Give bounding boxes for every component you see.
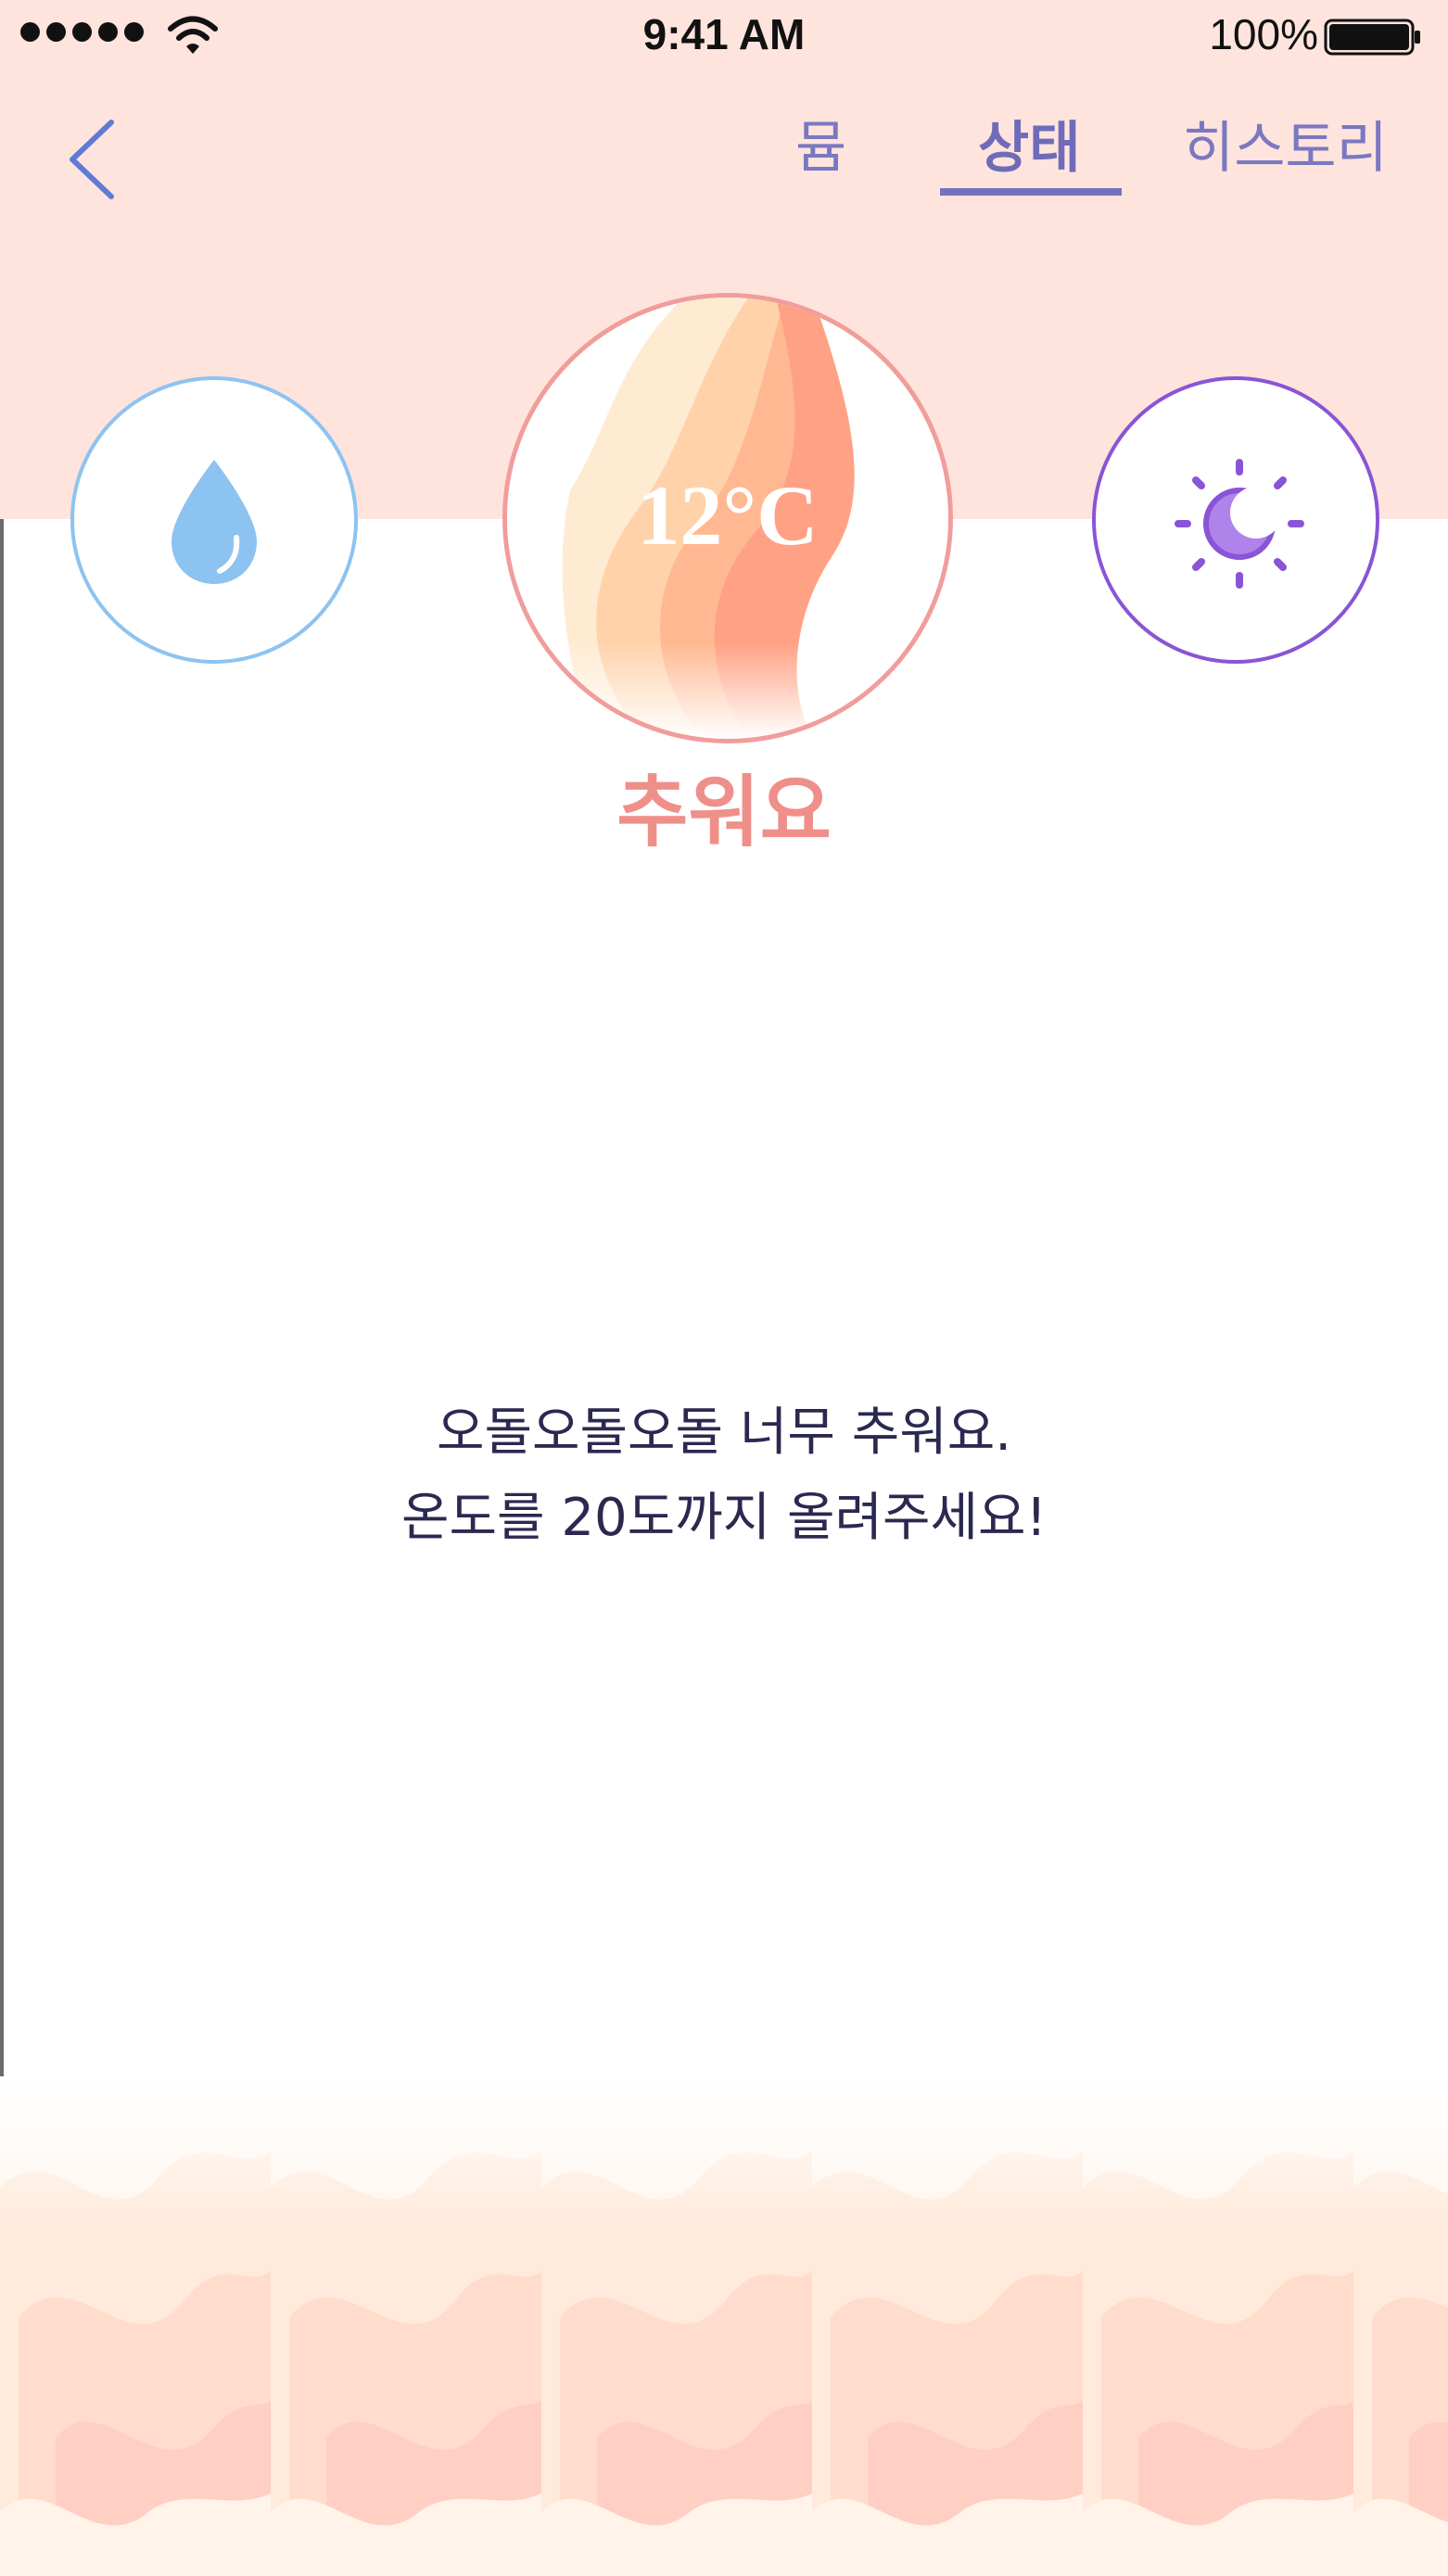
sun-moon-icon (1175, 459, 1304, 589)
status-message: 오돌오돌오돌 너무 추워요. 온도를 20도까지 올려주세요! (0, 1390, 1448, 1561)
water-drop-icon (171, 460, 257, 584)
app-screen: 9:41 AM 100% 뮴 상태 히스토리 12°C 추워요 오돌오돌오돌 너… (0, 0, 1448, 2576)
status-bar: 9:41 AM 100% (0, 0, 1448, 74)
tab-history[interactable]: 히스토리 (1183, 111, 1388, 185)
selected-tab-indicator (940, 188, 1122, 196)
humidity-indicator[interactable] (70, 376, 358, 664)
wifi-icon (168, 16, 218, 54)
back-button[interactable] (56, 115, 126, 204)
tab-status[interactable]: 상태 (978, 111, 1080, 185)
signal-strength-icon (20, 22, 144, 42)
status-label: 추워요 (616, 767, 832, 857)
temperature-indicator[interactable]: 12°C (502, 293, 953, 743)
message-line-1: 오돌오돌오돌 너무 추워요. (436, 1402, 1012, 1463)
battery-icon (1324, 19, 1420, 56)
message-line-2: 온도를 20도까지 올려주세요! (400, 1488, 1048, 1548)
tab-mum[interactable]: 뮴 (795, 111, 846, 185)
temperature-value: 12°C (637, 468, 819, 563)
battery-percentage: 100% (1209, 10, 1318, 58)
chevron-left-icon (70, 120, 114, 199)
light-indicator[interactable] (1092, 376, 1379, 664)
wave-pattern-decoration (0, 2076, 1448, 2576)
